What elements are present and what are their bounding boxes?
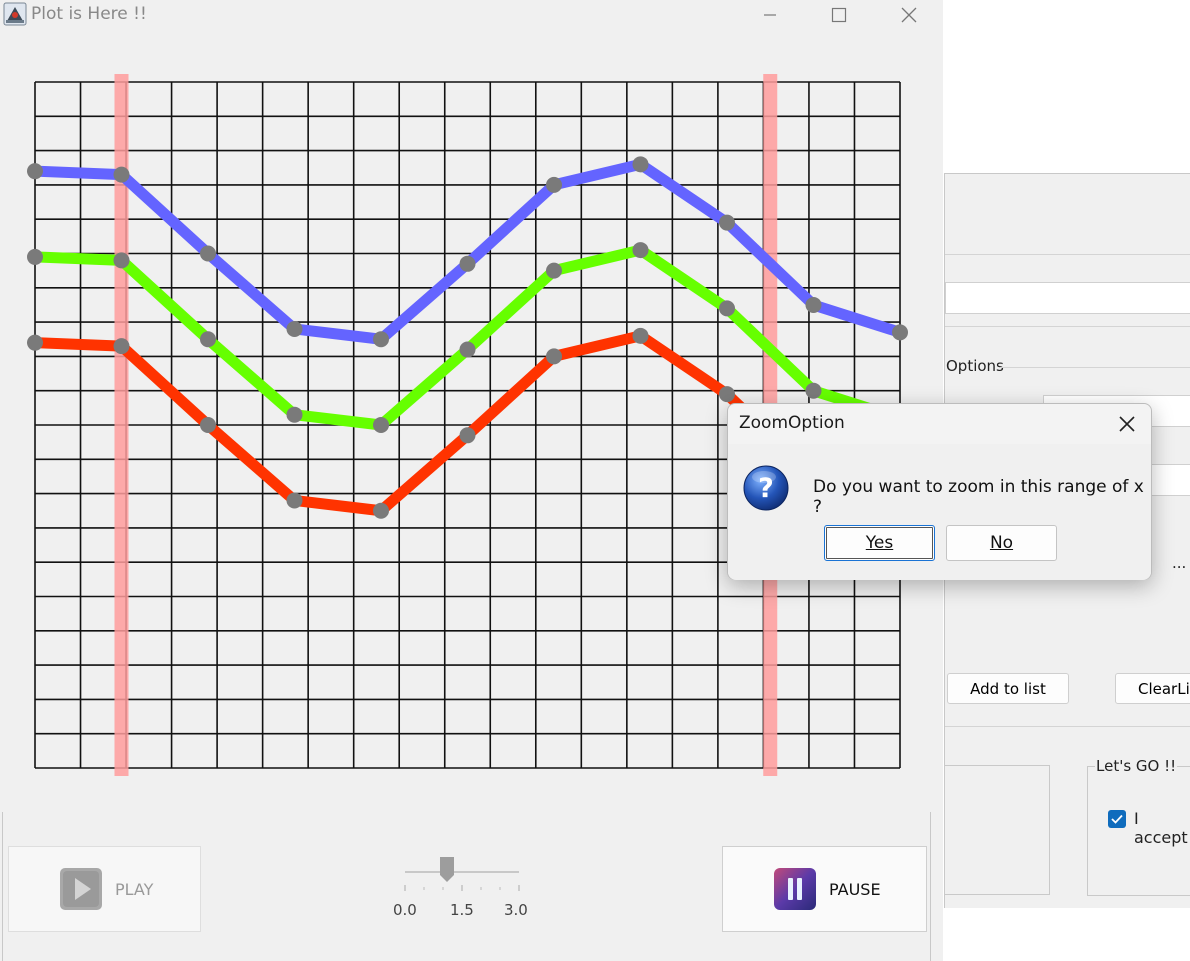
java-app-icon (3, 2, 27, 26)
data-point (27, 334, 43, 351)
slider-tick-label: 1.5 (450, 901, 474, 919)
play-label: PLAY (115, 879, 154, 899)
yes-button[interactable]: Yes (824, 525, 935, 561)
minimize-button[interactable] (747, 0, 793, 30)
divider (945, 254, 1190, 255)
data-point (719, 300, 735, 317)
play-button[interactable]: PLAY (8, 846, 201, 932)
title-bar: Plot is Here !! (0, 0, 943, 32)
divider (945, 326, 1190, 327)
data-point (546, 348, 562, 365)
play-icon (60, 868, 102, 910)
data-point (373, 417, 389, 433)
dialog-message: Do you want to zoom in this range of x ? (813, 477, 1144, 517)
data-point (27, 248, 43, 265)
data-point (719, 386, 735, 403)
close-icon (1119, 416, 1135, 432)
lets-go-label: Let's GO !! (1095, 757, 1178, 775)
divider (1000, 367, 1190, 368)
accept-checkbox[interactable] (1108, 810, 1126, 828)
data-point (632, 156, 649, 173)
yes-button-label: Yes (865, 533, 894, 553)
ellipsis-label: ... (1171, 554, 1188, 572)
data-point (805, 296, 822, 313)
data-point (632, 242, 649, 259)
add-to-list-button[interactable]: Add to list (947, 673, 1069, 704)
background-text-field[interactable] (945, 282, 1190, 314)
slider-tick-label: 3.0 (504, 901, 528, 919)
data-point (546, 176, 562, 193)
data-point (459, 255, 476, 272)
data-point (200, 245, 216, 262)
zoom-option-dialog: ZoomOption ? Do you want to zoom in this… (727, 403, 1152, 580)
data-point (373, 502, 389, 519)
pause-button[interactable]: PAUSE (722, 846, 927, 932)
data-point (286, 320, 303, 337)
slider-track (404, 857, 520, 891)
close-button[interactable] (886, 0, 932, 30)
dialog-body: ? Do you want to zoom in this range of x… (728, 444, 1151, 580)
data-point (286, 406, 303, 423)
data-point (113, 252, 130, 269)
no-button-label: No (989, 533, 1014, 553)
close-icon (901, 7, 917, 23)
list-box (944, 765, 1050, 895)
data-point (632, 327, 649, 344)
no-button[interactable]: No (946, 525, 1057, 561)
data-point (200, 417, 216, 433)
data-point (546, 262, 562, 279)
data-point (286, 492, 303, 509)
dialog-title: ZoomOption (739, 413, 845, 433)
window-title: Plot is Here !! (31, 4, 147, 24)
data-point (459, 341, 476, 358)
pause-label: PAUSE (829, 879, 881, 899)
dialog-close-button[interactable] (1117, 414, 1137, 434)
data-point (113, 338, 130, 355)
options-label: Options (945, 357, 1005, 375)
data-point (113, 166, 130, 183)
divider (2, 812, 3, 961)
svg-text:?: ? (758, 473, 774, 504)
divider (945, 726, 1190, 727)
slider-thumb (440, 857, 454, 882)
control-panel: PLAY 0.0 1.5 3.0 PAUSE (0, 812, 943, 961)
minimize-icon (764, 14, 776, 16)
data-point (805, 382, 822, 399)
accept-checkbox-label: I accept (1133, 809, 1190, 847)
data-point (719, 214, 735, 231)
dialog-title-bar: ZoomOption (728, 404, 1151, 444)
pause-icon (774, 868, 816, 910)
check-icon (1111, 814, 1123, 824)
maximize-button[interactable] (816, 0, 862, 30)
data-point (27, 163, 43, 180)
data-point (373, 331, 389, 348)
divider (930, 812, 931, 961)
question-icon: ? (743, 465, 789, 511)
data-point (892, 324, 908, 341)
speed-slider[interactable]: 0.0 1.5 3.0 (393, 854, 530, 924)
maximize-icon (831, 7, 847, 23)
clear-list-button[interactable]: ClearLi (1115, 673, 1190, 704)
slider-tick-label: 0.0 (393, 901, 417, 919)
data-point (200, 331, 216, 348)
data-point (459, 427, 476, 444)
